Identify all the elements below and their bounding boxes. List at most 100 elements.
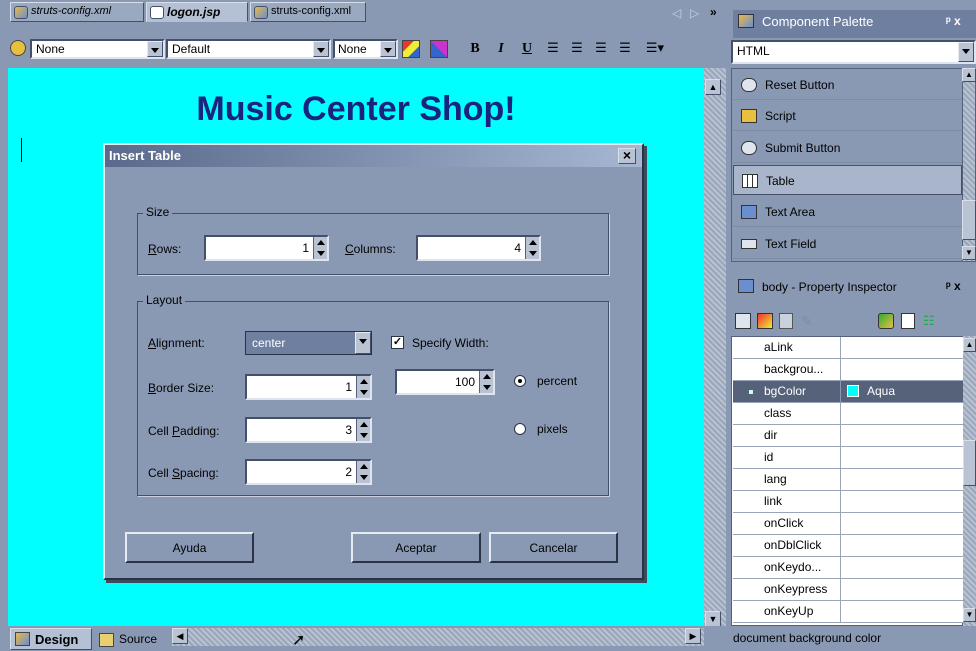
rows-stepper[interactable]: 1 xyxy=(204,235,329,261)
property-row[interactable]: onDblClick xyxy=(733,535,963,557)
chevron-down-icon[interactable] xyxy=(355,332,371,354)
spacing-spin-icon[interactable] xyxy=(356,461,370,483)
bold-button[interactable]: B xyxy=(466,40,484,58)
italic-button[interactable]: I xyxy=(492,40,510,58)
alignment-select[interactable]: center xyxy=(245,331,372,355)
property-row[interactable]: dir xyxy=(733,425,963,447)
wizard-icon[interactable] xyxy=(10,40,26,56)
inspector-scroll-thumb[interactable] xyxy=(963,440,976,486)
columns-stepper[interactable]: 4 xyxy=(416,235,541,261)
palette-item-submit-button[interactable]: Submit Button xyxy=(733,133,962,163)
editor-vscrollbar[interactable] xyxy=(704,68,726,628)
rows-spin-icon[interactable] xyxy=(313,237,327,259)
percent-radio[interactable] xyxy=(514,375,526,387)
outdent-icon[interactable]: ☰ xyxy=(592,40,610,58)
ok-button[interactable]: Aceptar xyxy=(351,532,481,563)
scroll-down-button[interactable]: ▼ xyxy=(705,611,721,627)
chevron-down-icon[interactable] xyxy=(313,41,329,57)
inspector-list-icon[interactable]: ☷ xyxy=(923,313,939,329)
struts-file-icon xyxy=(14,6,28,19)
tab-scroll-right-icon[interactable]: ▷ xyxy=(690,6,699,20)
inspector-pin-close[interactable]: ᵖ x xyxy=(946,279,961,293)
text-field-icon xyxy=(741,239,757,249)
dialog-close-button[interactable]: × xyxy=(618,148,636,164)
palette-item-table[interactable]: Table xyxy=(733,165,962,195)
columns-spin-icon[interactable] xyxy=(525,237,539,259)
property-row[interactable]: backgrou... xyxy=(733,359,963,381)
tab-scroll-left-icon[interactable]: ◁ xyxy=(672,6,681,20)
inspector-edit-icon[interactable] xyxy=(757,313,773,329)
chevron-down-icon[interactable] xyxy=(147,41,163,57)
property-row[interactable]: onKeydo... xyxy=(733,557,963,579)
property-row[interactable]: id xyxy=(733,447,963,469)
palette-scroll-up[interactable]: ▲ xyxy=(962,68,976,82)
dialog-titlebar xyxy=(105,145,642,167)
tab-list-icon[interactable]: » xyxy=(710,5,717,19)
tab-struts-config-1[interactable]: struts-config.xml xyxy=(10,2,144,22)
property-row[interactable]: lang xyxy=(733,469,963,491)
inspector-doc-icon[interactable] xyxy=(779,313,793,329)
palette-item-reset-button[interactable]: Reset Button xyxy=(733,70,962,100)
palette-scroll-thumb[interactable] xyxy=(962,200,976,240)
chevron-down-icon[interactable] xyxy=(380,41,396,57)
style-select[interactable]: None xyxy=(30,39,165,59)
rows-label: Rows: xyxy=(148,242,182,256)
inspector-link-icon[interactable]: ✎ xyxy=(801,313,817,329)
hscroll-left-button[interactable]: ◀ xyxy=(172,628,188,644)
width-spin-icon[interactable] xyxy=(479,371,493,393)
property-row-selected[interactable]: bgColor Aqua xyxy=(733,381,963,403)
help-button[interactable]: Ayuda xyxy=(125,532,254,563)
tab-struts-config-2[interactable]: struts-config.xml xyxy=(250,2,366,22)
inspector-brush-icon[interactable] xyxy=(878,313,894,329)
indent-icon[interactable]: ☰ xyxy=(616,40,634,58)
inspector-copy-icon[interactable] xyxy=(901,313,915,329)
tab-logon-jsp[interactable]: logon.jsp xyxy=(146,2,248,22)
submit-button-icon xyxy=(741,141,757,155)
unordered-list-icon[interactable]: ☰ xyxy=(568,40,586,58)
text-area-icon xyxy=(741,205,757,219)
border-size-stepper[interactable]: 1 xyxy=(245,374,372,400)
inspector-icon xyxy=(738,279,754,293)
padding-spin-icon[interactable] xyxy=(356,419,370,441)
inspector-view-icon[interactable] xyxy=(735,313,751,329)
background-color-icon[interactable] xyxy=(430,40,448,58)
property-row[interactable]: onKeyUp xyxy=(733,601,963,623)
property-row[interactable]: link xyxy=(733,491,963,513)
palette-scroll-down[interactable]: ▼ xyxy=(962,246,976,260)
palette-category-select[interactable]: HTML xyxy=(731,40,976,64)
tab-source[interactable]: Source xyxy=(95,630,167,650)
property-row[interactable]: aLink xyxy=(733,337,963,359)
font-color-icon[interactable] xyxy=(402,40,420,58)
tab-design[interactable]: Design xyxy=(10,628,92,650)
page-heading: Music Center Shop! xyxy=(196,90,516,128)
border-size-label: Border Size: xyxy=(148,381,215,395)
cell-padding-stepper[interactable]: 3 xyxy=(245,417,372,443)
property-row[interactable]: class xyxy=(733,403,963,425)
border-spin-icon[interactable] xyxy=(356,376,370,398)
palette-pin-close[interactable]: ᵖ x xyxy=(946,14,961,28)
cell-spacing-stepper[interactable]: 2 xyxy=(245,459,372,485)
palette-item-script[interactable]: Script xyxy=(733,101,962,131)
inspector-scroll-down[interactable]: ▼ xyxy=(963,608,976,622)
dialog-title: Insert Table xyxy=(109,148,182,163)
property-row[interactable]: onKeypress xyxy=(733,579,963,601)
inspector-scroll-up[interactable]: ▲ xyxy=(963,338,976,352)
width-stepper[interactable]: 100 xyxy=(395,369,495,395)
editor-hscrollbar[interactable] xyxy=(172,628,704,646)
palette-item-text-area[interactable]: Text Area xyxy=(733,197,962,227)
hscroll-right-button[interactable]: ▶ xyxy=(685,628,701,644)
underline-button[interactable]: U xyxy=(518,40,536,58)
scroll-up-button[interactable]: ▲ xyxy=(705,79,721,95)
palette-item-text-field[interactable]: Text Field xyxy=(733,229,962,259)
cancel-button[interactable]: Cancelar xyxy=(489,532,618,563)
align-icon[interactable]: ☰▾ xyxy=(642,40,668,58)
chevron-down-icon[interactable] xyxy=(958,42,974,62)
pixels-radio[interactable] xyxy=(514,423,526,435)
font-select[interactable]: Default xyxy=(166,39,331,59)
palette-title: Component Palette xyxy=(762,14,874,29)
specify-width-checkbox[interactable]: ✓ xyxy=(391,336,404,349)
size-select[interactable]: None xyxy=(333,39,398,59)
source-icon xyxy=(99,633,114,647)
ordered-list-icon[interactable]: ☰ xyxy=(544,40,562,58)
property-row[interactable]: onClick xyxy=(733,513,963,535)
